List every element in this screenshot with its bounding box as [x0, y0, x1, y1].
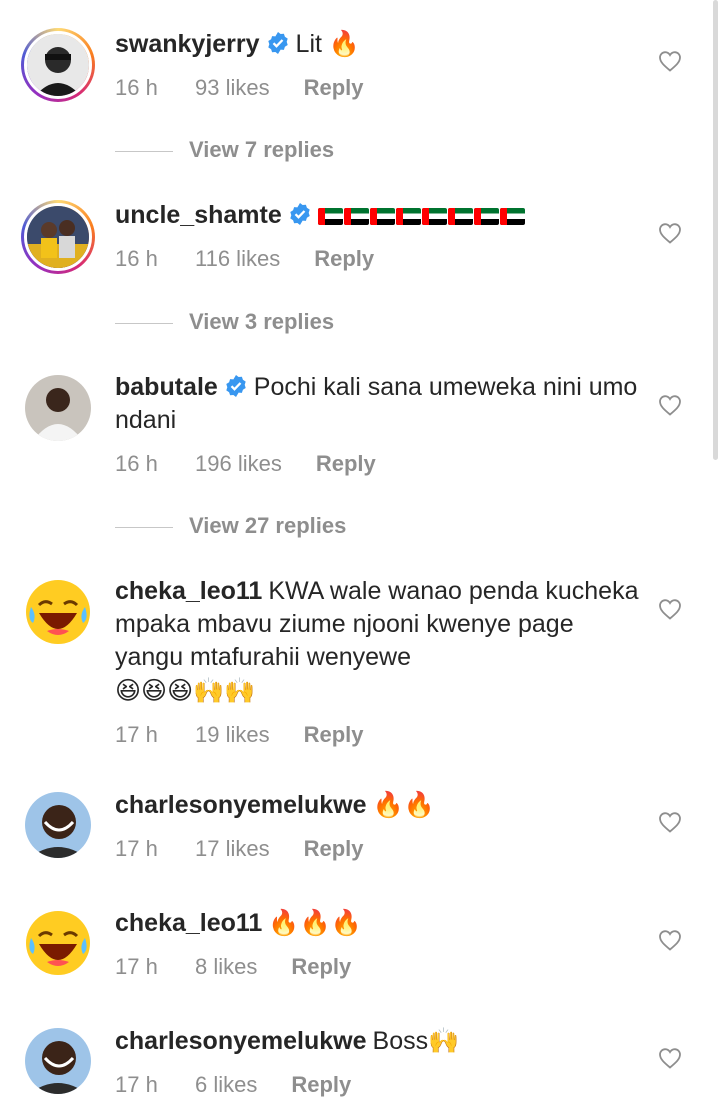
comment-meta: 17 h 6 likes Reply	[115, 1072, 645, 1098]
comment-body: charlesonyemelukwe Boss🙌 17 h 6 likes Reply	[115, 1024, 645, 1098]
comment-emoji: 🔥🔥	[372, 790, 435, 819]
view-replies-label: View 7 replies	[189, 137, 335, 162]
likes-count[interactable]: 17 likes	[195, 836, 270, 862]
comment-emoji: 🙌	[428, 1026, 460, 1055]
scrollbar[interactable]	[713, 0, 718, 460]
divider-line	[115, 322, 173, 324]
comment-meta: 16 h 93 likes Reply	[115, 75, 645, 101]
view-replies-button[interactable]: View 27 replies	[115, 513, 346, 539]
reply-button[interactable]: Reply	[304, 836, 364, 862]
uae-flag-icon	[421, 208, 447, 225]
avatar[interactable]	[25, 375, 91, 441]
comment-meta: 17 h 19 likes Reply	[115, 722, 645, 748]
uae-flag-icon	[499, 208, 525, 225]
avatar-image	[27, 34, 89, 96]
comment-body: cheka_leo11 KWA wale wanao penda kucheka …	[115, 575, 645, 748]
view-replies-label: View 27 replies	[189, 513, 347, 538]
reply-button[interactable]: Reply	[291, 954, 351, 980]
comment-body: charlesonyemelukwe 🔥🔥 17 h 17 likes Reply	[115, 788, 645, 862]
uae-flag-icon	[343, 208, 369, 225]
uae-flag-icon	[395, 208, 421, 225]
comment-time: 17 h	[115, 836, 158, 861]
avatar[interactable]	[21, 200, 95, 274]
like-heart-icon[interactable]	[658, 50, 682, 72]
likes-count[interactable]: 6 likes	[195, 1072, 257, 1098]
comment-emoji: 🔥🔥🔥	[268, 908, 362, 937]
avatar[interactable]	[25, 910, 91, 976]
username[interactable]: cheka_leo11	[115, 909, 262, 937]
like-heart-icon[interactable]	[658, 598, 682, 620]
comment-time: 17 h	[115, 1072, 158, 1097]
laughing-emoji-avatar-icon	[25, 910, 91, 976]
verified-badge-icon	[290, 203, 310, 225]
avatar-image	[27, 206, 89, 268]
username[interactable]: charlesonyemelukwe	[115, 791, 367, 819]
avatar-image	[25, 375, 91, 441]
username[interactable]: uncle_shamte	[115, 201, 282, 229]
comment-meta: 16 h 196 likes Reply	[115, 451, 645, 477]
comment-time: 16 h	[115, 451, 158, 476]
laughing-emoji-avatar-icon	[25, 579, 91, 645]
likes-count[interactable]: 19 likes	[195, 722, 270, 748]
likes-count[interactable]: 196 likes	[195, 451, 282, 477]
comment-time: 17 h	[115, 954, 158, 979]
verified-badge-icon	[267, 32, 288, 54]
likes-count[interactable]: 8 likes	[195, 954, 257, 980]
uae-flag-icon	[317, 208, 343, 225]
uae-flag-icon	[473, 208, 499, 225]
likes-count[interactable]: 93 likes	[195, 75, 270, 101]
divider-line	[115, 150, 173, 152]
comment-meta: 17 h 8 likes Reply	[115, 954, 645, 980]
view-replies-label: View 3 replies	[189, 309, 335, 334]
reply-button[interactable]: Reply	[304, 75, 364, 101]
comment-body: babutale Pochi kali sana umeweka nini umo…	[115, 371, 645, 477]
like-heart-icon[interactable]	[658, 1047, 682, 1069]
reply-button[interactable]: Reply	[304, 722, 364, 748]
like-heart-icon[interactable]	[658, 929, 682, 951]
avatar[interactable]	[25, 579, 91, 645]
username[interactable]: swankyjerry	[115, 30, 260, 58]
divider-line	[115, 526, 173, 528]
comment-emoji: 🔥	[328, 29, 361, 58]
view-replies-button[interactable]: View 7 replies	[115, 137, 334, 163]
flag-emojis	[317, 201, 526, 229]
reply-button[interactable]: Reply	[316, 451, 376, 477]
like-heart-icon[interactable]	[658, 222, 682, 244]
comment-time: 16 h	[115, 75, 158, 100]
comment-meta: 16 h 116 likes Reply	[115, 246, 645, 272]
uae-flag-icon	[369, 208, 395, 225]
comment-body: uncle_shamte 16 h 116 likes Reply	[115, 199, 645, 272]
uae-flag-icon	[447, 208, 473, 225]
comment-body: swankyjerry Lit 🔥 16 h 93 likes Reply	[115, 27, 645, 101]
comment-body: cheka_leo11 🔥🔥🔥 17 h 8 likes Reply	[115, 906, 645, 980]
like-heart-icon[interactable]	[658, 811, 682, 833]
avatar-image	[25, 1028, 91, 1094]
comment-time: 16 h	[115, 246, 158, 271]
like-heart-icon[interactable]	[658, 394, 682, 416]
avatar[interactable]	[25, 1028, 91, 1094]
username[interactable]: babutale	[115, 373, 218, 401]
avatar-image	[25, 792, 91, 858]
username[interactable]: cheka_leo11	[115, 577, 262, 605]
comment-meta: 17 h 17 likes Reply	[115, 836, 645, 862]
likes-count[interactable]: 116 likes	[195, 246, 280, 272]
view-replies-button[interactable]: View 3 replies	[115, 309, 334, 335]
verified-badge-icon	[226, 375, 246, 397]
comment-text: Lit	[295, 30, 322, 58]
comment-emoji: 😆😆😆🙌🙌	[115, 676, 256, 705]
reply-button[interactable]: Reply	[314, 246, 374, 272]
avatar[interactable]	[21, 28, 95, 102]
avatar[interactable]	[25, 792, 91, 858]
comment-text: Boss	[372, 1027, 429, 1055]
reply-button[interactable]: Reply	[291, 1072, 351, 1098]
username[interactable]: charlesonyemelukwe	[115, 1027, 367, 1055]
comment-time: 17 h	[115, 722, 158, 747]
